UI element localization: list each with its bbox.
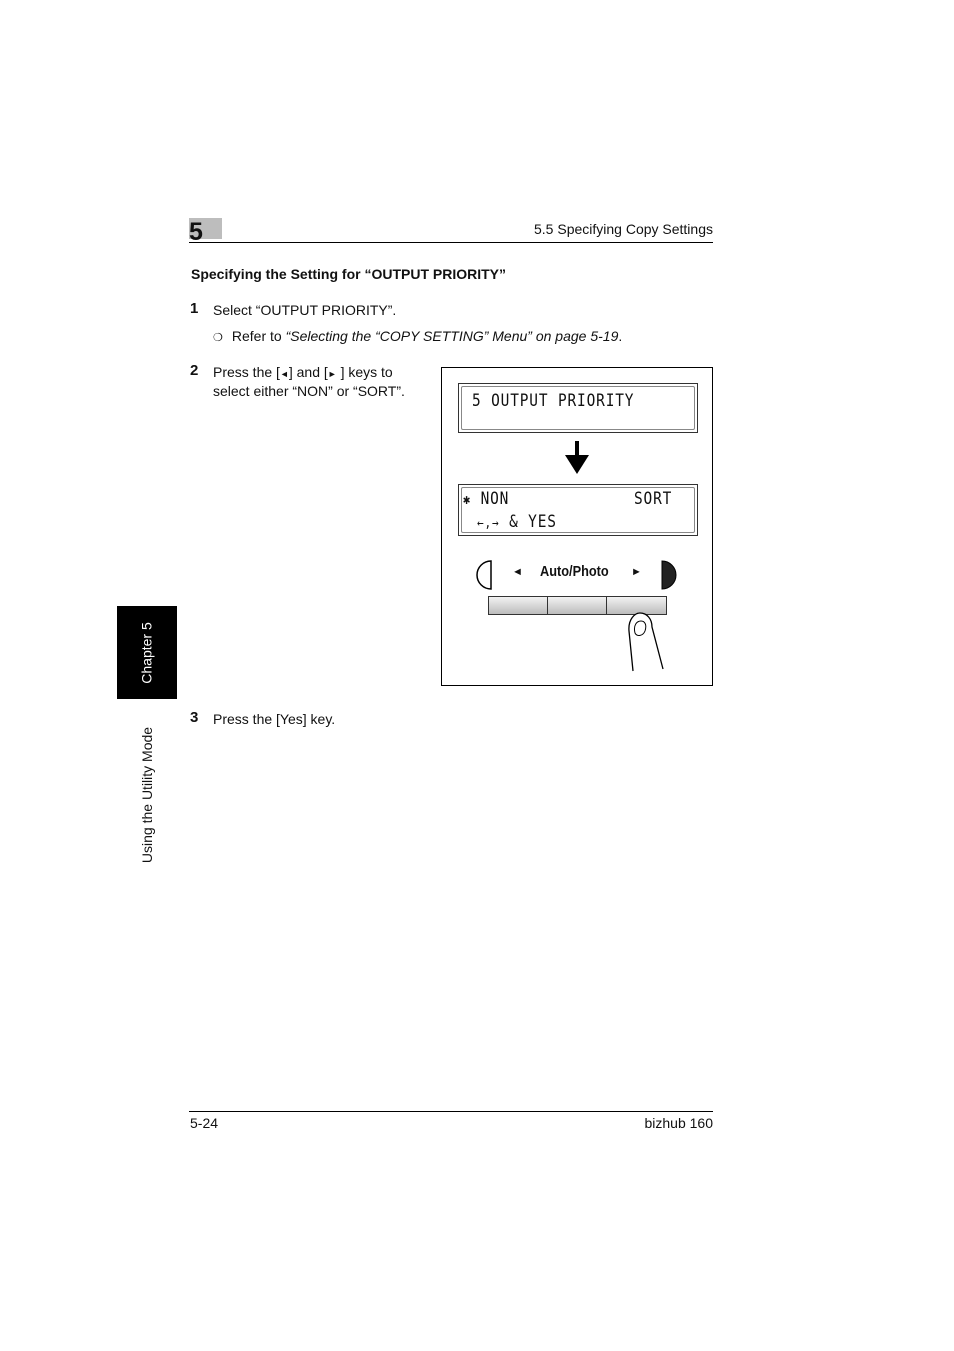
down-arrow-icon [565, 441, 589, 474]
section-title: Specifying the Setting for “OUTPUT PRIOR… [191, 266, 507, 282]
note-suffix: . [618, 328, 623, 344]
arrow-keys-icon: ←,→ [477, 516, 500, 531]
header-rule [189, 242, 713, 243]
option-non: NON [480, 489, 510, 509]
step-3-text: Press the [Yes] key. [213, 711, 336, 727]
dark-indicator-icon [661, 560, 677, 590]
left-arrow-icon: ◄ [512, 566, 523, 578]
step-2-text-part: ] and [ [288, 364, 328, 380]
header-section-title: 5.5 Specifying Copy Settings [534, 221, 713, 237]
control-panel-figure: 5 OUTPUT PRIORITY ✱ NON SORT ←,→ & YES ◄… [441, 367, 713, 686]
side-mode-label: Using the Utility Mode [139, 726, 156, 864]
step-1-note: ❍ Refer to “Selecting the “COPY SETTING” … [213, 328, 622, 344]
step-2-text-part: Press the [ [213, 364, 280, 380]
cross-reference-link[interactable]: “Selecting the “COPY SETTING” Menu” on p… [286, 328, 619, 344]
note-prefix: Refer to [231, 328, 286, 344]
option-sort: SORT [634, 489, 673, 509]
right-arrow-icon: ► [631, 566, 642, 578]
left-arrow-key-icon: ◄ [279, 369, 289, 379]
auto-photo-key-button[interactable] [547, 596, 607, 615]
finger-press-icon [628, 612, 664, 672]
lcd-instruction-row: ←,→ & YES [477, 512, 557, 532]
side-mode-label-container: Using the Utility Mode [117, 700, 177, 890]
lcd-menu-text: 5 OUTPUT PRIORITY [472, 391, 635, 411]
chapter-tab-label: Chapter 5 [139, 621, 156, 684]
lcd-display-menu: 5 OUTPUT PRIORITY [458, 383, 698, 433]
lcd-yes-text: & YES [509, 512, 557, 532]
page-number: 5-24 [190, 1115, 219, 1131]
step-2-number: 2 [190, 362, 199, 379]
step-3-number: 3 [190, 709, 199, 726]
auto-photo-label: Auto/Photo [540, 563, 609, 580]
step-2-text-part: ] keys to [336, 364, 393, 380]
lcd-option-row: ✱ NON [463, 489, 509, 509]
right-arrow-key-icon: ► [327, 369, 337, 379]
step-1-number: 1 [190, 300, 199, 317]
lcd-display-options: ✱ NON SORT ←,→ & YES [458, 484, 698, 536]
step-2-text: Press the [◄] and [► ] keys to select ei… [213, 364, 405, 400]
left-key-button[interactable] [488, 596, 548, 615]
step-2-text-line2: select either “NON” or “SORT”. [213, 383, 405, 399]
chapter-tab: Chapter 5 [117, 606, 177, 699]
note-bullet-icon: ❍ [213, 332, 223, 344]
step-1-text: Select “OUTPUT PRIORITY”. [213, 302, 397, 318]
light-indicator-icon [476, 560, 492, 590]
product-name: bizhub 160 [644, 1115, 713, 1131]
selected-marker-icon: ✱ [463, 492, 472, 508]
footer-rule [189, 1111, 713, 1112]
